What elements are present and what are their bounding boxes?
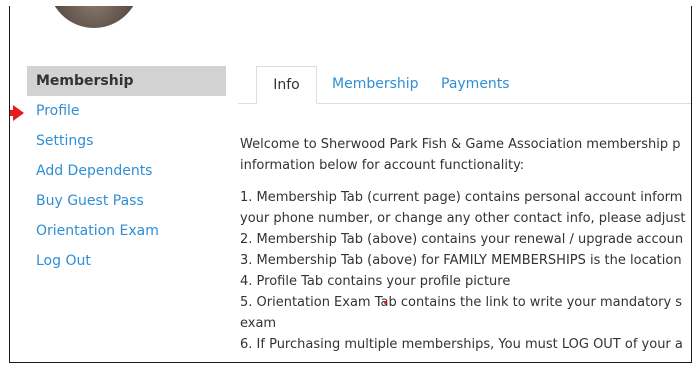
- red-arrow-icon: [10, 105, 24, 121]
- tab-bar: Info Membership Payments: [238, 66, 691, 104]
- sidebar-nav: Membership Profile Settings Add Dependen…: [27, 66, 226, 276]
- info-line: exam: [240, 316, 277, 331]
- red-annotation-dot: [384, 301, 387, 304]
- sidebar-item-settings[interactable]: Settings: [27, 126, 226, 156]
- sidebar-item-add-dependents[interactable]: Add Dependents: [27, 156, 226, 186]
- page-frame: Membership Profile Settings Add Dependen…: [9, 6, 692, 363]
- info-line: 3. Membership Tab (above) for FAMILY MEM…: [240, 253, 682, 268]
- info-line: 4. Profile Tab contains your profile pic…: [240, 274, 511, 289]
- intro-line: information below for account functional…: [240, 158, 525, 173]
- tab-membership[interactable]: Membership: [332, 66, 419, 103]
- tab-info[interactable]: Info: [256, 66, 317, 104]
- info-line: your phone number, or change any other c…: [240, 211, 686, 226]
- info-line: 6. If Purchasing multiple memberships, Y…: [240, 337, 683, 352]
- sidebar-item-orientation-exam[interactable]: Orientation Exam: [27, 216, 226, 246]
- avatar[interactable]: [48, 6, 140, 28]
- info-line: 2. Membership Tab (above) contains your …: [240, 232, 684, 247]
- info-line: 1. Membership Tab (current page) contain…: [240, 190, 683, 205]
- info-line: 5. Orientation Exam Tab contains the lin…: [240, 295, 683, 310]
- sidebar-item-membership[interactable]: Membership: [27, 66, 226, 96]
- tab-payments[interactable]: Payments: [441, 66, 510, 103]
- sidebar-item-buy-guest-pass[interactable]: Buy Guest Pass: [27, 186, 226, 216]
- sidebar-item-log-out[interactable]: Log Out: [27, 246, 226, 276]
- intro-line: Welcome to Sherwood Park Fish & Game Ass…: [240, 137, 681, 152]
- sidebar-item-profile[interactable]: Profile: [27, 96, 226, 126]
- info-content: Welcome to Sherwood Park Fish & Game Ass…: [240, 134, 691, 355]
